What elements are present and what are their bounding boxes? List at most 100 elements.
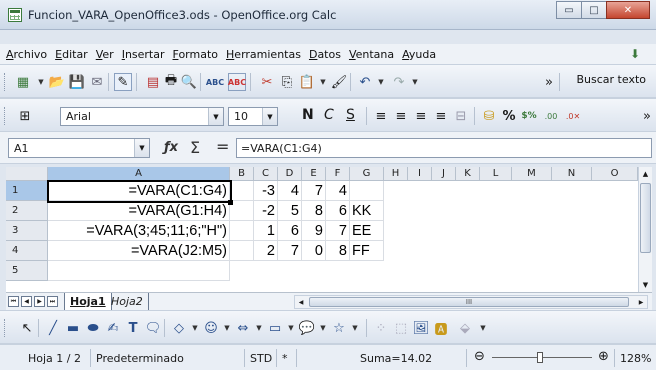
sheet-tab-hoja2[interactable]: Hoja2 xyxy=(106,293,149,310)
cell-E4[interactable]: 0 xyxy=(302,241,326,261)
currency-format-icon[interactable]: ⛁ xyxy=(480,107,498,125)
column-header[interactable]: C xyxy=(254,167,278,181)
email-icon[interactable]: ✉ xyxy=(88,73,106,91)
extrusion-icon[interactable]: ⬙ xyxy=(456,319,474,337)
line-icon[interactable]: ╱ xyxy=(44,319,62,337)
add-decimal-icon[interactable]: .00 xyxy=(542,107,560,125)
vertical-scrollbar[interactable]: ▲ ▼ xyxy=(638,167,652,292)
spellcheck-icon[interactable]: ABC xyxy=(206,73,224,91)
new-icon[interactable]: ▦ xyxy=(14,73,32,91)
cell-D2[interactable]: 5 xyxy=(278,201,302,221)
cell-D4[interactable]: 7 xyxy=(278,241,302,261)
text-icon[interactable]: T xyxy=(124,319,142,337)
cell-A2[interactable]: =VARA(G1:H4) xyxy=(48,201,230,221)
cell-B2[interactable] xyxy=(230,201,254,221)
stars-dropdown-icon[interactable]: ▼ xyxy=(346,319,364,337)
fontwork-gallery-icon[interactable]: ⬚ xyxy=(392,319,410,337)
styles-icon[interactable]: ⊞ xyxy=(16,107,34,125)
chevron-down-icon[interactable]: ▼ xyxy=(208,108,223,125)
column-header[interactable]: A xyxy=(48,167,230,181)
menu-insertar[interactable]: Insertar xyxy=(122,48,165,61)
sum-value[interactable]: Suma=14.02 xyxy=(360,352,432,365)
column-header[interactable]: D xyxy=(278,167,302,181)
menu-ver[interactable]: Ver xyxy=(96,48,114,61)
print-icon[interactable]: 🖶 xyxy=(162,73,180,91)
cell-E3[interactable]: 9 xyxy=(302,221,326,241)
chevron-down-icon[interactable]: ▼ xyxy=(262,108,277,125)
row-header[interactable]: 3 xyxy=(6,221,48,241)
edit-file-icon[interactable]: ✎ xyxy=(114,73,132,91)
italic-button[interactable]: C xyxy=(324,107,334,123)
column-header[interactable]: J xyxy=(432,167,456,181)
underline-button[interactable]: S xyxy=(346,107,355,123)
cell-D3[interactable]: 6 xyxy=(278,221,302,241)
cell-F3[interactable]: 7 xyxy=(326,221,350,241)
cell-D1[interactable]: 4 xyxy=(278,181,302,201)
toolbar-overflow-icon[interactable]: » xyxy=(540,73,558,91)
zoom-in-icon[interactable]: ⊕ xyxy=(598,349,609,364)
align-right-icon[interactable]: ≡ xyxy=(412,107,430,125)
row-header[interactable]: 5 xyxy=(6,261,48,281)
select-arrow-icon[interactable]: ↖ xyxy=(18,319,36,337)
delete-decimal-icon[interactable]: .0✕ xyxy=(564,107,582,125)
menu-archivo[interactable]: Archivo xyxy=(6,48,47,61)
cell-E1[interactable]: 7 xyxy=(302,181,326,201)
cell-G3[interactable]: EE xyxy=(350,221,384,241)
scroll-right-icon[interactable]: ▶ xyxy=(635,296,647,308)
save-icon[interactable]: 💾 xyxy=(68,73,86,91)
first-sheet-icon[interactable]: ⏮ xyxy=(8,296,19,307)
page-style[interactable]: Predeterminado xyxy=(96,352,184,365)
column-header[interactable]: L xyxy=(480,167,512,181)
font-size-combo[interactable]: 10 ▼ xyxy=(228,107,278,126)
column-header[interactable]: F xyxy=(326,167,350,181)
cell-E2[interactable]: 8 xyxy=(302,201,326,221)
name-box[interactable]: A1 ▼ xyxy=(8,138,150,158)
ellipse-icon[interactable]: ⬬ xyxy=(84,319,102,337)
align-left-icon[interactable]: ≡ xyxy=(372,107,390,125)
zoom-slider-knob[interactable] xyxy=(537,352,543,363)
cell-F1[interactable]: 4 xyxy=(326,181,350,201)
scroll-up-icon[interactable]: ▲ xyxy=(639,167,652,181)
auto-spellcheck-icon[interactable]: ABC xyxy=(228,73,246,91)
menu-formato[interactable]: Formato xyxy=(173,48,219,61)
horizontal-scrollbar[interactable]: ◀ III ▶ xyxy=(294,295,648,309)
freeform-icon[interactable]: ✍ xyxy=(104,319,122,337)
zoom-level[interactable]: 128% xyxy=(620,352,651,365)
cell-F4[interactable]: 8 xyxy=(326,241,350,261)
menu-ayuda[interactable]: Ayuda xyxy=(402,48,436,61)
column-header[interactable]: G xyxy=(350,167,384,181)
next-sheet-icon[interactable]: ▶ xyxy=(34,296,45,307)
cell-C1[interactable]: -3 xyxy=(254,181,278,201)
align-center-icon[interactable]: ≡ xyxy=(392,107,410,125)
minimize-button[interactable]: ▭ xyxy=(556,1,582,19)
vertical-scroll-thumb[interactable] xyxy=(640,183,651,253)
zoom-out-icon[interactable]: ⊖ xyxy=(474,349,485,364)
points-icon[interactable]: ⁘ xyxy=(372,319,390,337)
chevron-down-icon[interactable]: ▼ xyxy=(134,139,149,157)
fill-handle[interactable] xyxy=(228,200,233,205)
font-name-combo[interactable]: Arial ▼ xyxy=(60,107,224,126)
column-header[interactable]: B xyxy=(230,167,254,181)
close-button[interactable]: ✕ xyxy=(606,1,650,19)
clone-format-icon[interactable]: 🖌 xyxy=(330,73,348,91)
menu-ventana[interactable]: Ventana xyxy=(349,48,394,61)
standard-format-icon[interactable]: $% xyxy=(520,107,538,125)
cell-A4[interactable]: =VARA(J2:M5) xyxy=(48,241,230,261)
function-wizard-icon[interactable]: ƒx xyxy=(164,140,178,155)
open-icon[interactable]: 📂 xyxy=(48,73,66,91)
selection-mode[interactable]: STD xyxy=(250,352,272,365)
cell-B4[interactable] xyxy=(230,241,254,261)
sheet-tab-hoja1[interactable]: Hoja1 xyxy=(64,293,112,310)
column-header[interactable]: H xyxy=(384,167,408,181)
copy-icon[interactable]: ⎘ xyxy=(278,73,296,91)
spreadsheet-grid[interactable]: A B C D E F G H I J K L M N O 1 2 3 4 5 … xyxy=(6,167,652,292)
print-preview-icon[interactable]: 🔍 xyxy=(180,73,198,91)
select-all-corner[interactable] xyxy=(6,167,48,181)
column-header[interactable]: O xyxy=(592,167,638,181)
cell-C2[interactable]: -2 xyxy=(254,201,278,221)
cell-C3[interactable]: 1 xyxy=(254,221,278,241)
column-header[interactable]: I xyxy=(408,167,432,181)
prev-sheet-icon[interactable]: ◀ xyxy=(21,296,32,307)
redo-dropdown-icon[interactable]: ▼ xyxy=(406,73,424,91)
rectangle-icon[interactable]: ▬ xyxy=(64,319,82,337)
